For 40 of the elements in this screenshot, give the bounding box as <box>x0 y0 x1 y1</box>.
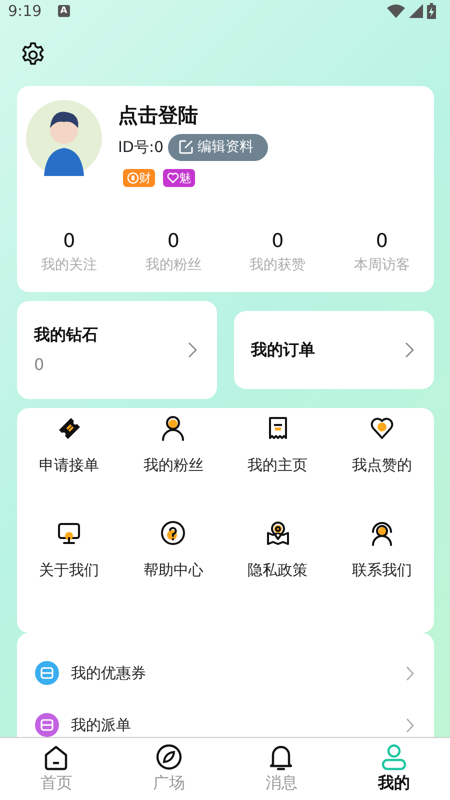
heart-icon <box>167 172 179 184</box>
list-item[interactable]: 我的派单 <box>17 699 434 737</box>
menu-item[interactable]: 我的粉丝 <box>143 414 204 476</box>
list-item[interactable]: 我的优惠券 <box>17 647 434 699</box>
help-icon <box>159 518 188 546</box>
user-icon <box>380 743 408 771</box>
diamond-card[interactable]: 我的钻石 0 <box>17 301 217 399</box>
menu-item[interactable]: 帮助中心 <box>143 518 204 581</box>
battery-icon <box>427 3 436 20</box>
keyboard-indicator-icon: A <box>58 5 70 18</box>
menu-item[interactable]: 申请接单 <box>39 414 100 476</box>
card-title: 我的钻石 <box>34 324 99 346</box>
menu-item[interactable]: 隐私政策 <box>248 518 308 581</box>
coin-icon <box>127 172 139 184</box>
edit-profile-button[interactable]: 编辑资料 <box>168 134 268 160</box>
chevron-right-icon <box>406 718 414 732</box>
chevron-right-icon <box>405 342 414 358</box>
user-id: ID号:0 <box>118 136 164 158</box>
user-name[interactable]: 点击登陆 <box>118 100 268 130</box>
status-time: 9:19 <box>8 1 42 22</box>
wifi-icon <box>387 4 405 18</box>
order-card[interactable]: 我的订单 <box>234 311 434 389</box>
card-value: 0 <box>34 354 46 376</box>
compass-icon <box>154 743 183 771</box>
tag-label: 魅 <box>179 170 191 186</box>
edit-icon <box>178 139 194 155</box>
stat-value: 0 <box>167 228 180 254</box>
stat-value: 0 <box>63 228 76 254</box>
stat-value: 0 <box>376 228 388 254</box>
menu-item[interactable]: 我的主页 <box>248 414 308 476</box>
menu-item[interactable]: 我点赞的 <box>352 414 412 476</box>
stat-value: 0 <box>272 228 284 254</box>
chevron-right-icon <box>188 342 197 358</box>
tab[interactable]: 我的 <box>338 738 450 800</box>
tag-label: 财 <box>139 170 151 186</box>
signal-icon <box>409 4 423 18</box>
menu-item[interactable]: 关于我们 <box>39 518 100 581</box>
menu-item[interactable]: 联系我们 <box>352 518 412 581</box>
card-title: 我的订单 <box>251 339 316 361</box>
chevron-right-icon <box>406 666 414 680</box>
